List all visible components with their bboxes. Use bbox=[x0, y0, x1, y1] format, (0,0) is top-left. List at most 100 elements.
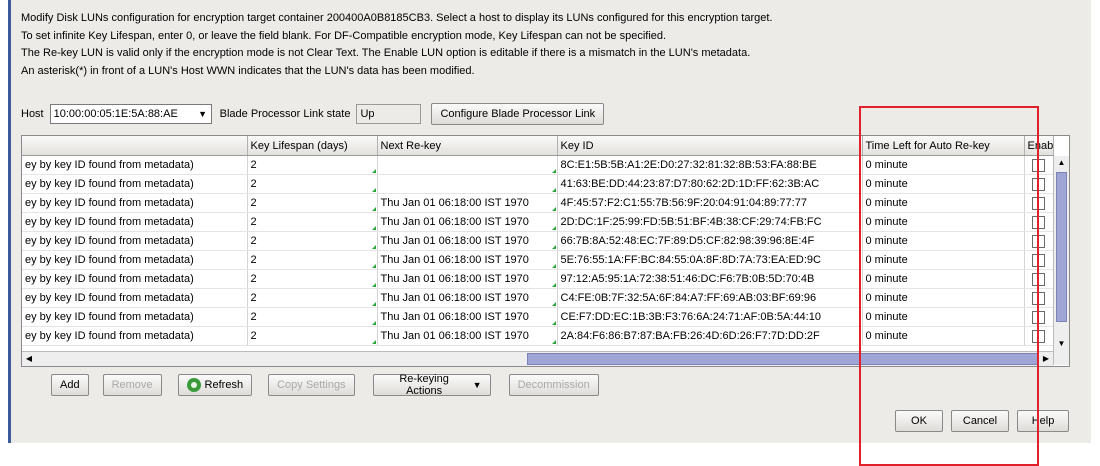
cell-next-rekey[interactable]: Thu Jan 01 06:18:00 IST 1970 bbox=[377, 307, 558, 327]
vertical-scroll-thumb[interactable] bbox=[1056, 172, 1067, 322]
dropdown-arrow-icon: ▼ bbox=[472, 380, 482, 390]
action-bar: Add Remove Refresh Copy Settings Re-keyi… bbox=[51, 373, 599, 397]
cell-time-left: 0 minute bbox=[862, 326, 1025, 346]
encryption-luns-dialog: Modify Disk LUNs configuration for encry… bbox=[8, 0, 1091, 466]
cell-next-rekey[interactable]: Thu Jan 01 06:18:00 IST 1970 bbox=[377, 269, 558, 289]
cell-next-rekey[interactable]: Thu Jan 01 06:18:00 IST 1970 bbox=[377, 231, 558, 251]
cell-enable bbox=[1024, 155, 1054, 175]
host-label: Host bbox=[21, 108, 44, 120]
enable-checkbox[interactable] bbox=[1032, 215, 1045, 229]
column-header-lun[interactable] bbox=[22, 136, 248, 156]
table-row[interactable]: ey by key ID found from metadata) 2 Thu … bbox=[22, 307, 1054, 327]
table-row[interactable]: ey by key ID found from metadata) 2 Thu … bbox=[22, 212, 1054, 232]
refresh-button[interactable]: Refresh bbox=[177, 374, 253, 396]
link-state-field: Up bbox=[356, 104, 422, 124]
help-button[interactable]: Help bbox=[1017, 410, 1069, 432]
cell-enable bbox=[1024, 269, 1054, 289]
cell-key-lifespan[interactable]: 2 bbox=[247, 155, 378, 175]
cell-enable bbox=[1024, 307, 1054, 327]
cell-lun: ey by key ID found from metadata) bbox=[22, 326, 248, 346]
horizontal-scrollbar[interactable]: ◀ ▶ bbox=[22, 351, 1053, 366]
horizontal-scroll-thumb[interactable] bbox=[527, 353, 1039, 365]
cancel-button[interactable]: Cancel bbox=[951, 410, 1009, 432]
cell-lun: ey by key ID found from metadata) bbox=[22, 212, 248, 232]
cell-key-lifespan[interactable]: 2 bbox=[247, 212, 378, 232]
table-row[interactable]: ey by key ID found from metadata) 2 Thu … bbox=[22, 250, 1054, 270]
dropdown-arrow-icon[interactable]: ▼ bbox=[195, 109, 211, 119]
cell-key-lifespan[interactable]: 2 bbox=[247, 250, 378, 270]
cell-next-rekey[interactable]: Thu Jan 01 06:18:00 IST 1970 bbox=[377, 250, 558, 270]
host-select[interactable]: 10:00:00:05:1E:5A:88:AE ▼ bbox=[49, 104, 212, 124]
cell-key-id: 5E:76:55:1A:FF:BC:84:55:0A:8F:8D:7A:73:E… bbox=[557, 250, 863, 270]
host-select-value: 10:00:00:05:1E:5A:88:AE bbox=[53, 108, 178, 120]
cell-time-left: 0 minute bbox=[862, 174, 1025, 194]
enable-checkbox[interactable] bbox=[1032, 177, 1045, 191]
column-header-time-left[interactable]: Time Left for Auto Re-key bbox=[862, 136, 1025, 156]
cell-lun: ey by key ID found from metadata) bbox=[22, 288, 248, 308]
table-row[interactable]: ey by key ID found from metadata) 2 Thu … bbox=[22, 193, 1054, 213]
table-row[interactable]: ey by key ID found from metadata) 2 Thu … bbox=[22, 231, 1054, 251]
cell-key-id: 8C:E1:5B:5B:A1:2E:D0:27:32:81:32:8B:53:F… bbox=[557, 155, 863, 175]
refresh-label: Refresh bbox=[204, 379, 244, 391]
cell-key-lifespan[interactable]: 2 bbox=[247, 174, 378, 194]
cell-key-lifespan[interactable]: 2 bbox=[247, 269, 378, 289]
scroll-right-icon[interactable]: ▶ bbox=[1039, 352, 1053, 366]
cell-lun: ey by key ID found from metadata) bbox=[22, 193, 248, 213]
table-row[interactable]: ey by key ID found from metadata) 2 Thu … bbox=[22, 288, 1054, 308]
cell-enable bbox=[1024, 288, 1054, 308]
cell-key-lifespan[interactable]: 2 bbox=[247, 288, 378, 308]
cell-next-rekey[interactable] bbox=[377, 155, 558, 175]
cell-key-lifespan[interactable]: 2 bbox=[247, 326, 378, 346]
rekeying-actions-label: Re-keying Actions bbox=[399, 373, 449, 397]
column-header-key-id[interactable]: Key ID bbox=[557, 136, 863, 156]
rekeying-actions-button[interactable]: Re-keying Actions ▼ bbox=[372, 373, 491, 397]
cell-next-rekey[interactable]: Thu Jan 01 06:18:00 IST 1970 bbox=[377, 212, 558, 232]
cell-enable bbox=[1024, 212, 1054, 232]
cell-next-rekey[interactable]: Thu Jan 01 06:18:00 IST 1970 bbox=[377, 193, 558, 213]
refresh-icon bbox=[186, 378, 201, 392]
column-header-key-lifespan[interactable]: Key Lifespan (days) bbox=[247, 136, 378, 156]
remove-button[interactable]: Remove bbox=[102, 374, 162, 396]
ok-button[interactable]: OK bbox=[895, 410, 943, 432]
enable-checkbox[interactable] bbox=[1032, 158, 1045, 172]
instructions: Modify Disk LUNs configuration for encry… bbox=[21, 10, 772, 80]
decommission-button[interactable]: Decommission bbox=[508, 374, 599, 396]
enable-checkbox[interactable] bbox=[1032, 196, 1045, 210]
cell-lun: ey by key ID found from metadata) bbox=[22, 155, 248, 175]
table-row[interactable]: ey by key ID found from metadata) 2 41:6… bbox=[22, 174, 1054, 194]
cell-lun: ey by key ID found from metadata) bbox=[22, 231, 248, 251]
configure-link-button[interactable]: Configure Blade Processor Link bbox=[431, 103, 605, 125]
cell-enable bbox=[1024, 174, 1054, 194]
dialog-buttons: OK Cancel Help bbox=[895, 410, 1069, 432]
link-state-label: Blade Processor Link state bbox=[219, 108, 351, 120]
table-row[interactable]: ey by key ID found from metadata) 2 Thu … bbox=[22, 269, 1054, 289]
enable-checkbox[interactable] bbox=[1032, 272, 1045, 286]
table-row[interactable]: ey by key ID found from metadata) 2 Thu … bbox=[22, 326, 1054, 346]
enable-checkbox[interactable] bbox=[1032, 329, 1045, 343]
scroll-left-icon[interactable]: ◀ bbox=[22, 352, 36, 366]
enable-checkbox[interactable] bbox=[1032, 291, 1045, 305]
enable-checkbox[interactable] bbox=[1032, 310, 1045, 324]
copy-settings-button[interactable]: Copy Settings bbox=[268, 374, 355, 396]
vertical-scrollbar[interactable]: ▲ ▼ bbox=[1053, 156, 1069, 365]
table-row[interactable]: ey by key ID found from metadata) 2 8C:E… bbox=[22, 155, 1054, 175]
column-header-next-rekey[interactable]: Next Re-key bbox=[377, 136, 558, 156]
scroll-up-icon[interactable]: ▲ bbox=[1054, 156, 1069, 170]
cell-time-left: 0 minute bbox=[862, 231, 1025, 251]
cell-next-rekey[interactable] bbox=[377, 174, 558, 194]
info-line: Modify Disk LUNs configuration for encry… bbox=[21, 12, 773, 24]
cell-key-lifespan[interactable]: 2 bbox=[247, 307, 378, 327]
column-header-enable[interactable]: Enable bbox=[1024, 136, 1054, 156]
cell-next-rekey[interactable]: Thu Jan 01 06:18:00 IST 1970 bbox=[377, 288, 558, 308]
cell-key-lifespan[interactable]: 2 bbox=[247, 193, 378, 213]
cell-key-lifespan[interactable]: 2 bbox=[247, 231, 378, 251]
cell-lun: ey by key ID found from metadata) bbox=[22, 250, 248, 270]
cell-next-rekey[interactable]: Thu Jan 01 06:18:00 IST 1970 bbox=[377, 326, 558, 346]
enable-checkbox[interactable] bbox=[1032, 234, 1045, 248]
enable-checkbox[interactable] bbox=[1032, 253, 1045, 267]
cell-time-left: 0 minute bbox=[862, 307, 1025, 327]
cell-key-id: 97:12:A5:95:1A:72:38:51:46:DC:F6:7B:0B:5… bbox=[557, 269, 863, 289]
add-button[interactable]: Add bbox=[51, 374, 89, 396]
scroll-down-icon[interactable]: ▼ bbox=[1054, 337, 1069, 351]
cell-key-id: 41:63:BE:DD:44:23:87:D7:80:62:2D:1D:FF:6… bbox=[557, 174, 863, 194]
